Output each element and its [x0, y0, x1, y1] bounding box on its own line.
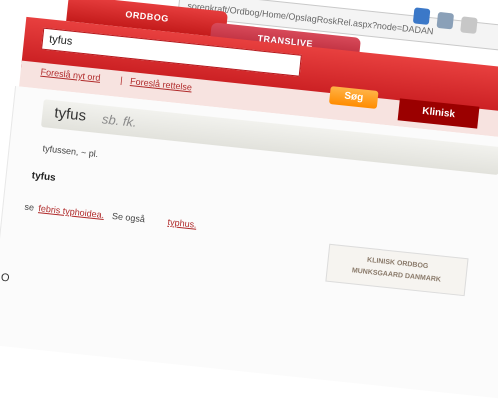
tab-ordbog-label: ORDBOG	[124, 9, 170, 24]
see-label: se	[24, 201, 35, 213]
print-icon[interactable]	[436, 11, 455, 30]
mail-icon[interactable]	[460, 16, 478, 34]
app-screen: sorenkraft/Ordbog/Home/OpslagRoskRel.asp…	[0, 0, 498, 400]
footer-fragment: O	[0, 271, 11, 285]
home-icon[interactable]	[412, 7, 431, 25]
definition-heading: tyfus	[31, 170, 57, 184]
search-input-value: tyfus	[48, 33, 73, 48]
klinisk-button-label: Klinisk	[421, 105, 456, 121]
entry-headword: tyfus	[53, 104, 87, 125]
search-button-label: Søg	[343, 90, 364, 104]
